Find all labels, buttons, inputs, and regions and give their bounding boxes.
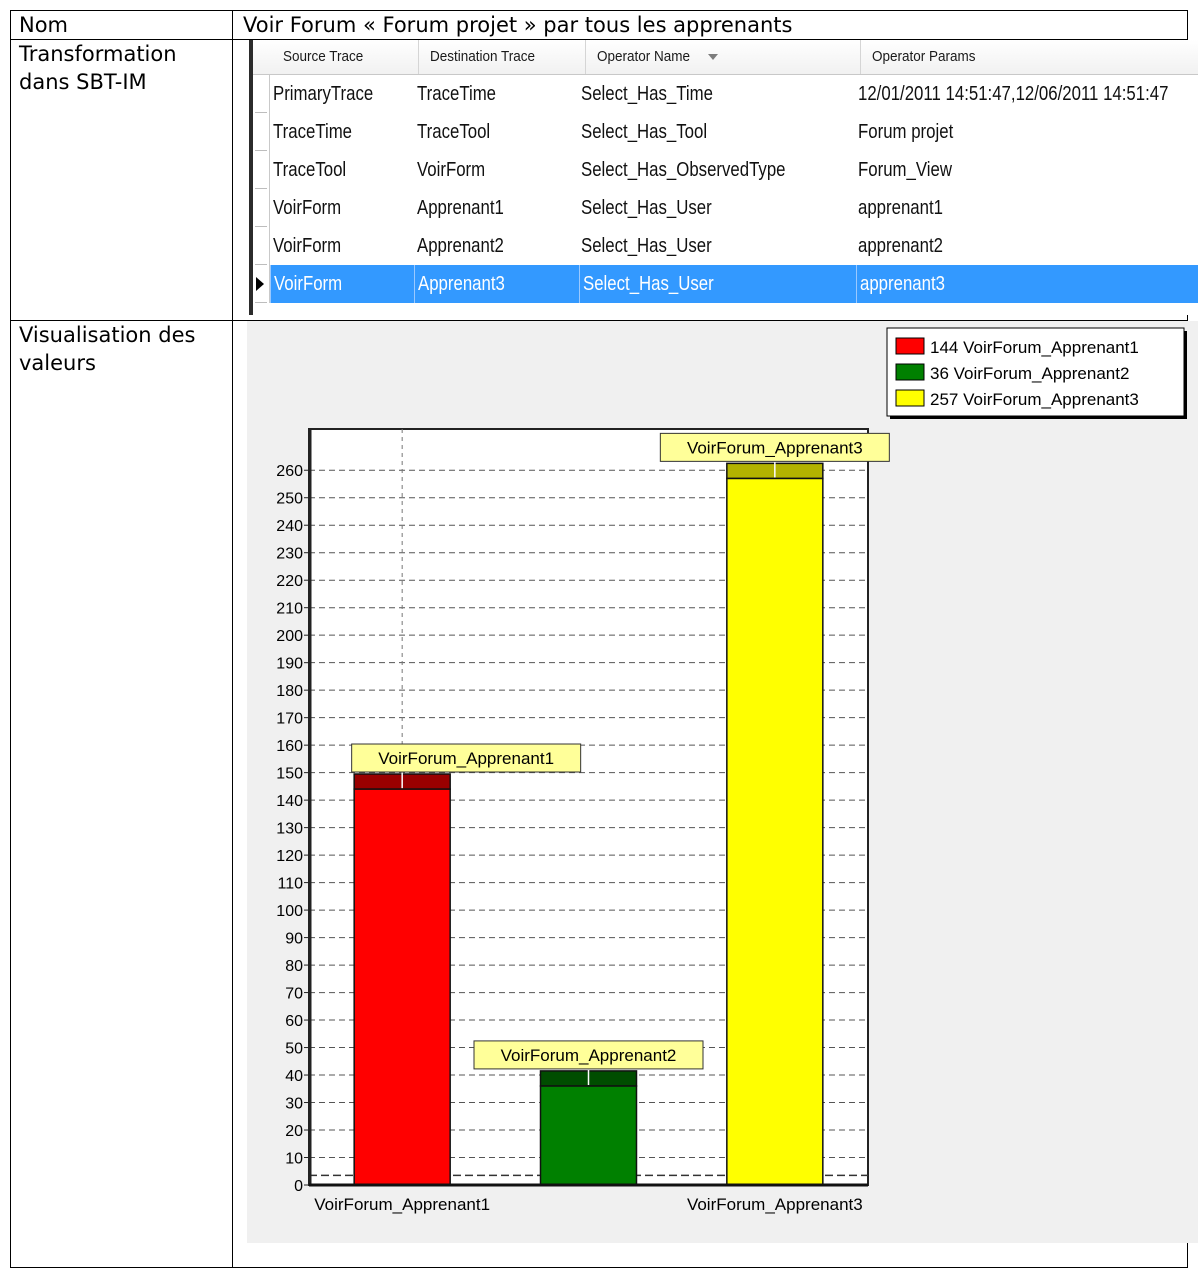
column-header-destination-trace[interactable]: Destination Trace (419, 40, 587, 74)
table-cell[interactable]: Apprenant1 (414, 189, 578, 227)
y-tick-label: 230 (276, 546, 303, 563)
y-tick-label: 260 (276, 463, 303, 480)
row-header[interactable] (253, 265, 270, 303)
y-tick-label: 50 (285, 1041, 303, 1058)
chart-panel: VoirForum_Apprenant1 VoirForum_Apprenant2… (247, 321, 1198, 1243)
y-tick-label: 160 (276, 738, 303, 755)
bar[interactable] (353, 788, 451, 1186)
y-tick-label: 60 (285, 1013, 303, 1030)
table-cell[interactable]: apprenant2 (855, 227, 1198, 265)
y-tick-label: 30 (285, 1096, 303, 1113)
bar[interactable] (539, 1085, 638, 1186)
y-tick-label: 170 (276, 711, 303, 728)
current-row-pointer-icon (256, 277, 264, 291)
table-cell[interactable]: apprenant3 (855, 265, 1198, 303)
row-value-title: Voir Forum « Forum projet » par tous les… (232, 10, 1188, 40)
table-row[interactable]: PrimaryTrace TraceTime Select_Has_Time 12/0… (253, 75, 1198, 113)
table-row[interactable]: VoirForm Apprenant3 Select_Has_User apprena… (253, 265, 1198, 303)
row-header[interactable] (253, 189, 270, 227)
grid-body: PrimaryTrace TraceTime Select_Has_Time 12/0… (253, 75, 1198, 303)
row-label-nom: Nom (10, 10, 233, 40)
row-header[interactable] (253, 113, 270, 151)
column-header-operator-name[interactable]: Operator Name (586, 40, 862, 74)
table-row[interactable]: TraceTime TraceTool Select_Has_Tool Forum p… (253, 113, 1198, 151)
x-tick-label: VoirForum_Apprenant1 (314, 1195, 490, 1214)
y-tick-label: 220 (276, 573, 303, 590)
table-cell[interactable]: VoirForm (269, 265, 414, 303)
legend-swatch (895, 337, 925, 355)
x-tick-label: VoirForum_Apprenant3 (687, 1195, 863, 1214)
y-tick-label: 210 (276, 601, 303, 618)
table-cell[interactable]: Forum projet (855, 113, 1198, 151)
y-tick-label: 190 (276, 656, 303, 673)
y-tick-label: 20 (285, 1123, 303, 1140)
legend-label: 257 VoirForum_Apprenant3 (930, 390, 1139, 409)
table-cell[interactable]: VoirForm (270, 189, 414, 227)
table-cell[interactable]: VoirForm (270, 227, 414, 265)
legend-swatch (895, 389, 925, 407)
table-cell[interactable]: Select_Has_User (578, 265, 856, 303)
table-cell[interactable]: PrimaryTrace (270, 75, 414, 113)
transformation-cell: Source Trace Destination Trace Operator … (232, 39, 1198, 321)
table-cell[interactable]: TraceTool (270, 151, 414, 189)
y-tick-label: 120 (276, 848, 303, 865)
table-cell[interactable]: 12/01/2011 14:51:47,12/06/2011 14:51:47 (855, 75, 1198, 113)
y-tick-label: 240 (276, 518, 303, 535)
table-cell[interactable]: Apprenant2 (414, 227, 578, 265)
bar-label: VoirForum_Apprenant3 (687, 438, 863, 457)
y-tick-label: 150 (276, 766, 303, 783)
y-tick-label: 250 (276, 491, 303, 508)
table-cell[interactable]: TraceTime (270, 113, 414, 151)
bar-label: VoirForum_Apprenant2 (501, 1046, 677, 1065)
legend-label: 144 VoirForum_Apprenant1 (930, 338, 1139, 357)
y-tick-label: 70 (285, 986, 303, 1003)
row-label-visualisation: Visualisation des valeurs (10, 320, 233, 1268)
bar[interactable] (726, 477, 824, 1186)
table-cell[interactable]: Select_Has_User (578, 189, 855, 227)
table-cell[interactable]: TraceTime (414, 75, 578, 113)
row-header[interactable] (253, 227, 270, 265)
table-cell[interactable]: apprenant1 (855, 189, 1198, 227)
table-cell[interactable]: Select_Has_ObservedType (578, 151, 855, 189)
document-table: Nom Voir Forum « Forum projet » par tous… (10, 10, 1198, 1268)
column-header-operator-params[interactable]: Operator Params (861, 40, 1198, 74)
y-tick-label: 130 (276, 821, 303, 838)
table-cell[interactable]: Apprenant3 (413, 265, 579, 303)
table-cell[interactable]: Forum_View (855, 151, 1198, 189)
table-cell[interactable]: TraceTool (414, 113, 578, 151)
grid-header: Source Trace Destination Trace Operator … (253, 40, 1198, 75)
chevron-down-icon[interactable] (708, 54, 719, 61)
visualisation-cell: VoirForum_Apprenant1 VoirForum_Apprenant2… (232, 320, 1198, 1268)
y-tick-label: 10 (285, 1151, 303, 1168)
y-tick-label: 40 (285, 1068, 303, 1085)
row-label-transformation: Transformation dans SBT-IM (10, 39, 233, 321)
y-tick-label: 180 (276, 683, 303, 700)
table-cell[interactable]: Select_Has_Time (578, 75, 855, 113)
table-row[interactable]: VoirForm Apprenant2 Select_Has_User apprena… (253, 227, 1198, 265)
bar-chart: VoirForum_Apprenant1 VoirForum_Apprenant2… (276, 327, 1187, 1214)
y-tick-label: 140 (276, 793, 303, 810)
table-cell[interactable]: Select_Has_Tool (578, 113, 855, 151)
y-tick-label: 110 (277, 876, 303, 893)
table-row[interactable]: VoirForm Apprenant1 Select_Has_User apprena… (253, 189, 1198, 227)
y-tick-label: 100 (276, 903, 303, 920)
table-row[interactable]: TraceTool VoirForm Select_Has_ObservedType… (253, 151, 1198, 189)
row-header[interactable] (253, 151, 270, 189)
grid-header-gutter (253, 40, 272, 74)
y-tick-label: 200 (276, 628, 303, 645)
y-tick-label: 90 (285, 931, 303, 948)
column-header-source-trace[interactable]: Source Trace (272, 40, 420, 74)
table-cell[interactable]: Select_Has_User (578, 227, 855, 265)
legend-swatch (895, 363, 925, 381)
legend-label: 36 VoirForum_Apprenant2 (930, 364, 1129, 383)
bar-label: VoirForum_Apprenant1 (378, 749, 554, 768)
table-cell[interactable]: VoirForm (414, 151, 578, 189)
row-header[interactable] (253, 75, 270, 113)
y-tick-label: 0 (294, 1178, 303, 1195)
y-tick-label: 80 (285, 958, 303, 975)
transformation-grid[interactable]: Source Trace Destination Trace Operator … (249, 40, 1198, 315)
